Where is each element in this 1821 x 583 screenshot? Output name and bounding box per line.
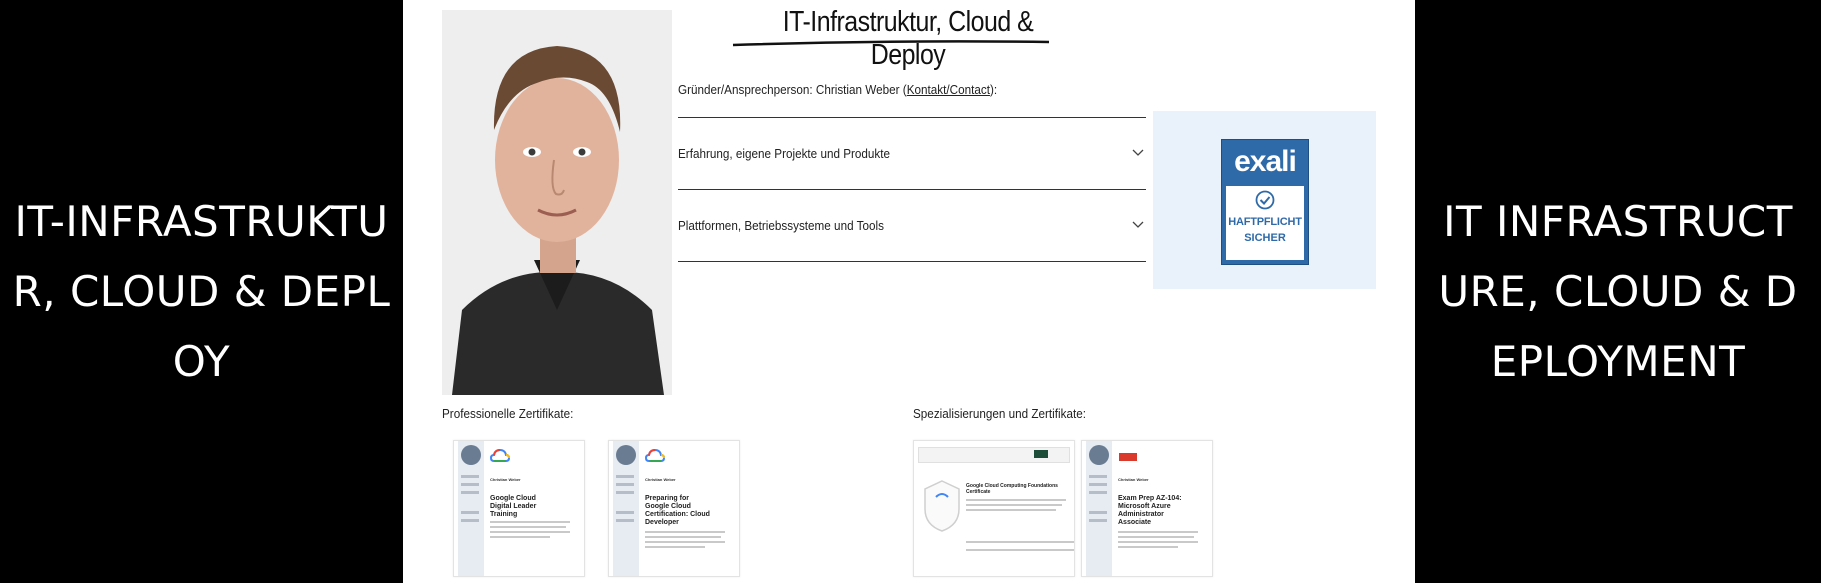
exali-logo: exali	[1222, 140, 1308, 186]
accordion-experience-label: Erfahrung, eigene Projekte und Produkte	[678, 146, 891, 161]
medal-icon	[616, 445, 636, 465]
certificate-card[interactable]: Christian Weber Google Cloud Digital Lea…	[453, 440, 585, 577]
main-content: IT-Infrastruktur, Cloud & Deploy Gründer…	[403, 0, 1415, 583]
right-banner: IT INFRASTRUCTURE, CLOUD & DEPLOYMENT	[1415, 0, 1821, 583]
google-cloud-icon	[645, 448, 665, 462]
badge-line1: HAFTPFLICHT	[1228, 216, 1302, 228]
contact-prefix: Gründer/Ansprechperson: Christian Weber …	[678, 82, 907, 97]
accordion-platforms-label: Plattformen, Betriebssysteme und Tools	[678, 218, 884, 233]
chevron-down-icon	[1132, 221, 1144, 228]
accordion-platforms[interactable]: Plattformen, Betriebssysteme und Tools	[678, 189, 1146, 262]
badge-line2: SICHER	[1244, 232, 1286, 244]
certificate-card[interactable]: Christian Weber Exam Prep AZ-104: Micros…	[1081, 440, 1213, 577]
section-professional-certificates: Professionelle Zertifikate:	[442, 406, 574, 421]
medal-icon	[461, 445, 481, 465]
certificate-sidebar	[458, 441, 484, 576]
contact-link[interactable]: Kontakt/Contact	[907, 82, 990, 97]
certificate-name: Christian Weber	[490, 477, 521, 482]
left-banner-text: IT-INFRASTRUKTUR, CLOUD & DEPLOY	[12, 196, 391, 386]
chevron-down-icon	[1132, 149, 1144, 156]
medal-icon	[1089, 445, 1109, 465]
accordion-experience[interactable]: Erfahrung, eigene Projekte und Produkte	[678, 117, 1146, 189]
title-underline	[732, 40, 1050, 47]
left-banner: IT-INFRASTRUKTUR, CLOUD & DEPLOY	[0, 0, 403, 583]
certificate-name: Christian Weber	[1118, 477, 1149, 482]
exali-badge: exali HAFTPFLICHT SICHER	[1221, 139, 1309, 265]
exali-badge-box[interactable]: exali HAFTPFLICHT SICHER	[1153, 111, 1376, 289]
certificate-sidebar	[1086, 441, 1112, 576]
contact-line: Gründer/Ansprechperson: Christian Weber …	[678, 82, 997, 97]
whizlabs-logo-icon	[1119, 453, 1137, 461]
certificate-name: Christian Weber	[645, 477, 676, 482]
certificate-title: Google Cloud Computing Foundations Certi…	[966, 483, 1058, 495]
certificate-title: Google Cloud Digital Leader Training	[490, 495, 537, 518]
contact-suffix: ):	[989, 82, 998, 97]
google-cloud-icon	[490, 448, 510, 462]
certificate-card[interactable]: Christian Weber Preparing for Google Clo…	[608, 440, 740, 577]
section-specializations: Spezialisierungen und Zertifikate:	[913, 406, 1087, 421]
check-icon	[1255, 190, 1275, 210]
certificate-header-button	[1034, 450, 1048, 458]
certificate-sidebar	[613, 441, 639, 576]
certificate-card[interactable]: Google Cloud Computing Foundations Certi…	[913, 440, 1075, 577]
right-banner-text: IT INFRASTRUCTURE, CLOUD & DEPLOYMENT	[1438, 196, 1798, 386]
badge-shield-icon	[924, 480, 960, 532]
profile-photo	[442, 10, 672, 395]
exali-seal: HAFTPFLICHT SICHER	[1226, 186, 1304, 260]
certificate-title: Exam Prep AZ-104: Microsoft Azure Admini…	[1118, 495, 1182, 526]
certificate-title: Preparing for Google Cloud Certification…	[645, 495, 710, 526]
